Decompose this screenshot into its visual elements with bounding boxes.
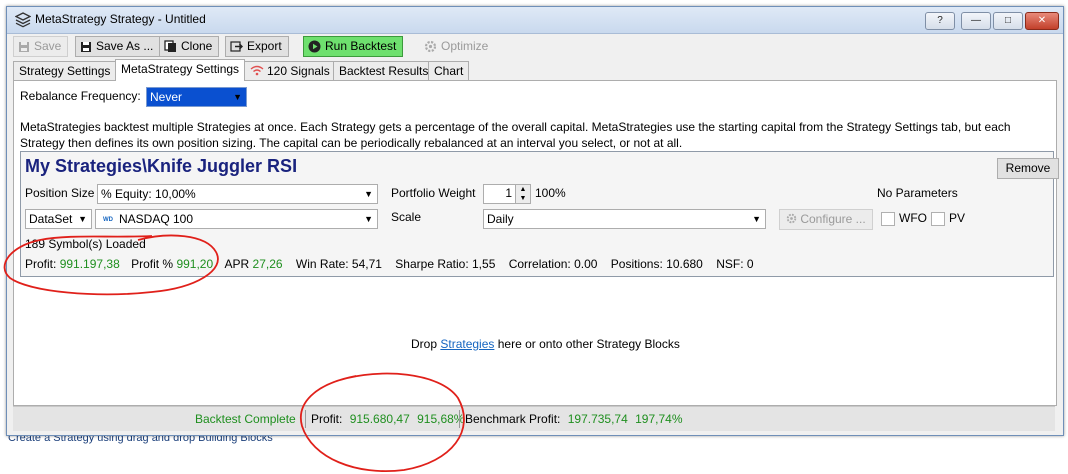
tab-metastrategy-settings[interactable]: MetaStrategy Settings [115, 59, 246, 81]
annotation-circle-strategy-profit [3, 234, 219, 296]
annotation-circle-status-profit [300, 372, 465, 472]
tab-label: MetaStrategy Settings [121, 62, 240, 76]
